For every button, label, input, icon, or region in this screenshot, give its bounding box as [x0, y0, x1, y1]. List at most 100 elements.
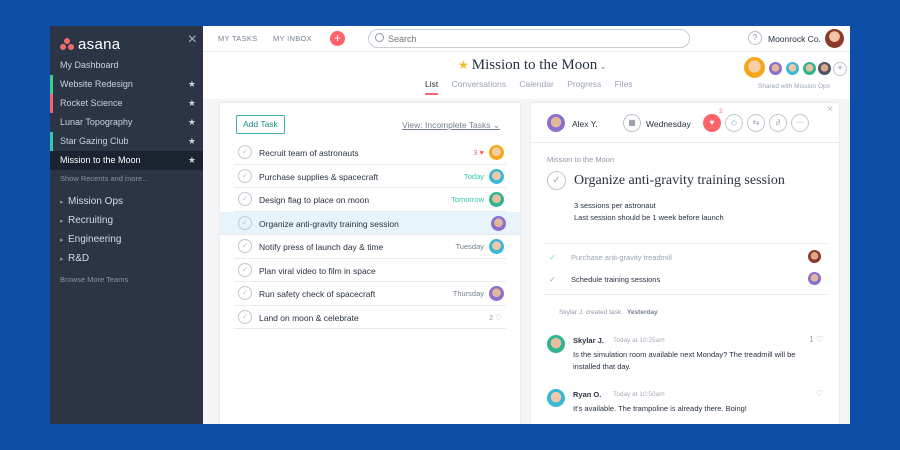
calendar-icon[interactable]: ▦	[623, 114, 641, 132]
sidebar-item-lunar-topography[interactable]: Lunar Topography ★	[50, 113, 203, 132]
task-title[interactable]: Organize anti-gravity training session	[574, 173, 785, 189]
subtask-row[interactable]: ✓ Purchase anti-gravity treadmill	[543, 246, 827, 268]
complete-task-checkbox[interactable]: ✓	[547, 171, 566, 190]
browse-more-teams-link[interactable]: Browse More Teams	[50, 271, 203, 289]
project-title[interactable]: ★ Mission to the Moon ⌄	[458, 57, 607, 74]
task-name[interactable]: Recruit team of astronauts	[259, 148, 359, 158]
search-input[interactable]	[388, 32, 678, 46]
subtask-icon[interactable]: ⇆	[747, 114, 765, 132]
tag-icon[interactable]: ◇	[725, 114, 743, 132]
task-row[interactable]: ✓ Run safety check of spacecraft Thursda…	[234, 282, 506, 306]
member-avatar[interactable]	[743, 56, 766, 79]
task-name[interactable]: Notify press of launch day & time	[259, 242, 383, 252]
assignee-avatar[interactable]	[491, 215, 506, 231]
task-row[interactable]: ✓ Purchase supplies & spacecraft Today	[234, 165, 506, 188]
subtask-row[interactable]: ✓ Schedule training sessions	[543, 268, 827, 290]
subtask-name[interactable]: Purchase anti-gravity treadmill	[571, 253, 672, 262]
task-checkbox[interactable]: ✓	[238, 262, 252, 277]
task-name[interactable]: Land on moon & celebrate	[259, 313, 359, 323]
organization-name[interactable]: Moonrock Co.	[768, 34, 821, 44]
task-name[interactable]: Plan viral video to film in space	[259, 266, 376, 276]
member-avatar[interactable]	[802, 61, 817, 76]
task-row[interactable]: ✓ Notify press of launch day & time Tues…	[234, 235, 506, 259]
tab-conversations[interactable]: Conversations	[452, 79, 506, 95]
assignee-name[interactable]: Alex Y.	[572, 119, 598, 129]
task-row[interactable]: ✓ Recruit team of astronauts 3 ♥	[234, 141, 506, 165]
assignee-avatar[interactable]	[547, 114, 565, 132]
tab-calendar[interactable]: Calendar	[519, 79, 554, 95]
check-icon[interactable]: ✓	[547, 252, 558, 263]
task-checkbox[interactable]: ✓	[238, 239, 252, 253]
comment-like-button[interactable]: 1 ♡	[809, 335, 823, 344]
due-date[interactable]: Wednesday	[646, 119, 691, 129]
member-avatar[interactable]	[768, 61, 783, 76]
task-checkbox[interactable]: ✓	[238, 309, 252, 324]
help-icon[interactable]: ?	[748, 31, 762, 45]
star-icon[interactable]: ★	[188, 94, 196, 113]
task-checkbox[interactable]: ✓	[238, 168, 252, 183]
commenter-avatar[interactable]	[547, 335, 565, 353]
view-filter-dropdown[interactable]: View: Incomplete Tasks ⌄	[402, 120, 500, 131]
asana-logo[interactable]: asana	[60, 32, 120, 56]
assignee-avatar[interactable]	[489, 286, 504, 301]
task-name[interactable]: Organize anti-gravity training session	[259, 219, 399, 229]
assignee-avatar[interactable]	[489, 192, 504, 207]
member-avatar[interactable]	[817, 61, 832, 76]
task-likes[interactable]: 2 ♡	[489, 313, 502, 322]
chevron-down-icon[interactable]: ⌄	[597, 61, 607, 71]
task-description[interactable]: 3 sessions per astronaut Last session sh…	[574, 200, 724, 224]
star-icon[interactable]: ★	[188, 132, 196, 151]
task-name[interactable]: Design flag to place on moon	[259, 195, 369, 205]
check-icon[interactable]: ✓	[547, 274, 558, 285]
task-checkbox[interactable]: ✓	[238, 286, 252, 300]
comment-like-button[interactable]: ♡	[816, 389, 823, 398]
add-task-button[interactable]: Add Task	[236, 115, 285, 134]
my-tasks-link[interactable]: MY TASKS	[218, 34, 258, 43]
project-breadcrumb[interactable]: Mission to the Moon	[547, 155, 614, 164]
task-row[interactable]: ✓ Land on moon & celebrate 2 ♡	[234, 306, 506, 329]
search-bar[interactable]	[368, 29, 690, 48]
task-checkbox[interactable]: ✓	[238, 145, 252, 159]
show-recents-link[interactable]: Show Recents and more...	[50, 170, 203, 188]
task-checkbox[interactable]: ✓	[238, 215, 252, 230]
commenter-name[interactable]: Ryan O.	[573, 390, 601, 399]
sidebar-item-my-dashboard[interactable]: My Dashboard	[50, 56, 203, 75]
my-inbox-link[interactable]: MY INBOX	[273, 34, 312, 43]
attachment-icon[interactable]: ∂	[769, 114, 787, 132]
task-row[interactable]: ✓ Plan viral video to film in space	[234, 259, 506, 282]
sidebar-item-rocket-science[interactable]: Rocket Science ★	[50, 94, 203, 113]
add-member-button[interactable]: +	[833, 62, 847, 76]
close-sidebar-icon[interactable]: ×	[188, 31, 197, 49]
member-avatar[interactable]	[785, 61, 800, 76]
assignee-avatar[interactable]	[489, 239, 504, 254]
sidebar-team-recruiting[interactable]: ▸ Recruiting	[50, 211, 203, 230]
sidebar-item-website-redesign[interactable]: Website Redesign ★	[50, 75, 203, 94]
user-avatar[interactable]	[825, 29, 844, 48]
subtask-name[interactable]: Schedule training sessions	[571, 275, 660, 284]
commenter-avatar[interactable]	[547, 389, 565, 407]
assignee-avatar[interactable]	[808, 250, 821, 263]
star-icon[interactable]: ★	[188, 75, 196, 94]
star-icon[interactable]: ★	[458, 58, 469, 72]
tab-list[interactable]: List	[425, 79, 439, 95]
task-name[interactable]: Purchase supplies & spacecraft	[259, 172, 378, 182]
task-row-selected[interactable]: ✓ Organize anti-gravity training session	[220, 211, 520, 235]
sidebar-item-star-gazing-club[interactable]: Star Gazing Club ★	[50, 132, 203, 151]
assignee-avatar[interactable]	[808, 272, 821, 285]
sidebar-team-engineering[interactable]: ▸ Engineering	[50, 230, 203, 249]
quick-add-button[interactable]: +	[330, 31, 345, 46]
task-name[interactable]: Run safety check of spacecraft	[259, 289, 375, 299]
star-icon[interactable]: ★	[188, 113, 196, 132]
assignee-avatar[interactable]	[489, 145, 504, 160]
sidebar-team-mission-ops[interactable]: ▸ Mission Ops	[50, 192, 203, 211]
tab-progress[interactable]: Progress	[567, 79, 601, 95]
task-checkbox[interactable]: ✓	[238, 192, 252, 206]
more-options-icon[interactable]: ⋯	[791, 114, 809, 132]
commenter-name[interactable]: Skylar J.	[573, 336, 604, 345]
star-icon[interactable]: ★	[188, 151, 196, 170]
task-row[interactable]: ✓ Design flag to place on moon Tomorrow	[234, 188, 506, 212]
assignee-avatar[interactable]	[489, 168, 504, 184]
tab-files[interactable]: Files	[615, 79, 633, 95]
sidebar-team-r-and-d[interactable]: ▸ R&D	[50, 249, 203, 268]
heart-icon[interactable]: ♥	[703, 114, 721, 132]
